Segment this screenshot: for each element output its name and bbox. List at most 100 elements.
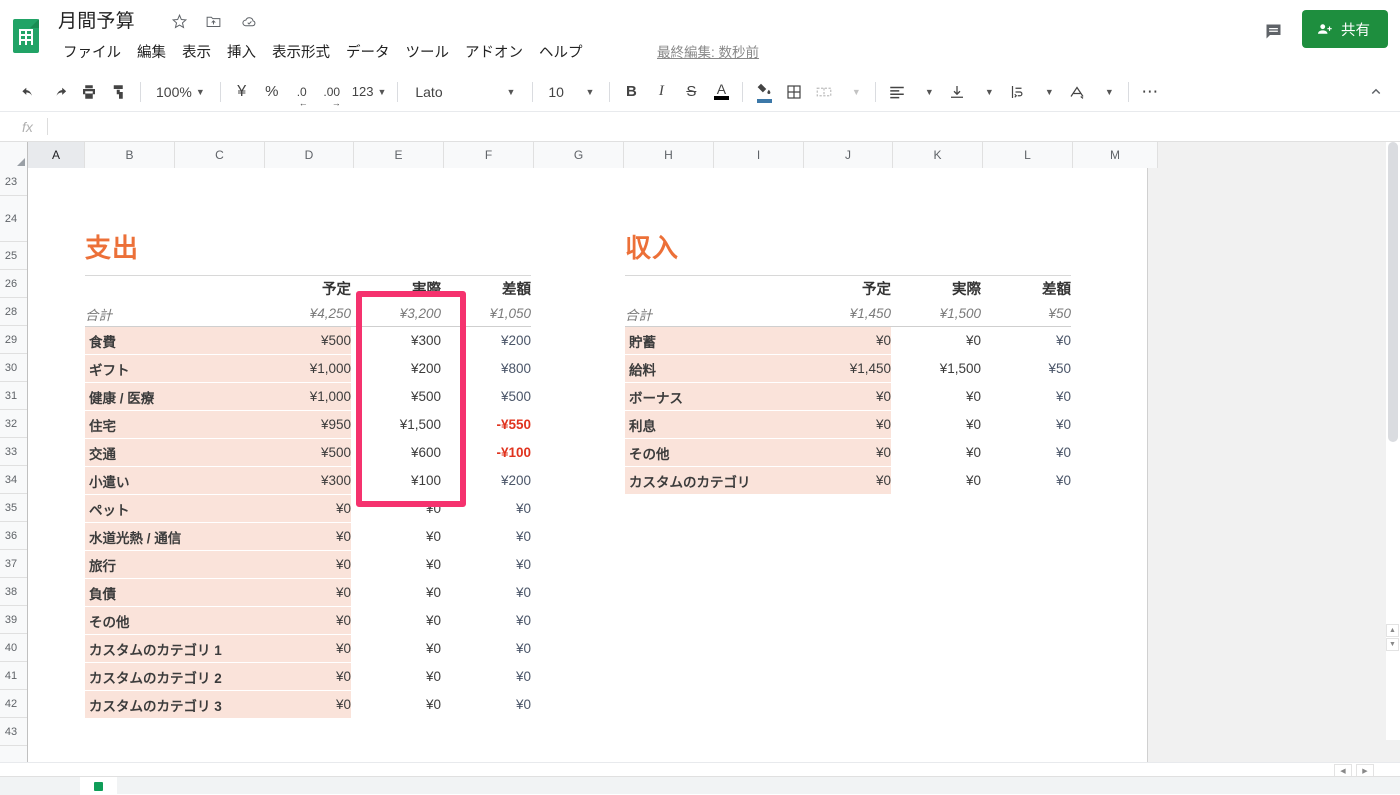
last-edit-status[interactable]: 最終編集: 数秒前 bbox=[657, 41, 759, 61]
undo-icon[interactable] bbox=[15, 78, 43, 106]
increase-decimal-icon[interactable]: .00→ bbox=[318, 78, 346, 106]
row-header[interactable]: 42 bbox=[0, 690, 27, 718]
italic-button[interactable]: I bbox=[647, 78, 675, 106]
income-total-planned[interactable]: ¥1,450 bbox=[801, 302, 891, 327]
row-header[interactable]: 34 bbox=[0, 466, 27, 494]
menu-view[interactable]: 表示 bbox=[174, 38, 219, 65]
name-box[interactable] bbox=[0, 112, 20, 141]
expenses-row-planned[interactable]: ¥0 bbox=[261, 551, 351, 579]
vertical-scrollbar-thumb[interactable] bbox=[1388, 142, 1398, 442]
row-header[interactable]: 31 bbox=[0, 382, 27, 410]
column-header-l[interactable]: L bbox=[983, 142, 1073, 168]
menu-insert[interactable]: 挿入 bbox=[219, 38, 264, 65]
expenses-row-planned[interactable]: ¥300 bbox=[261, 467, 351, 495]
row-header[interactable]: 41 bbox=[0, 662, 27, 690]
row-header[interactable]: 43 bbox=[0, 718, 27, 746]
income-row-planned[interactable]: ¥1,450 bbox=[801, 355, 891, 383]
expenses-row-difference[interactable]: ¥0 bbox=[441, 579, 531, 607]
column-header-i[interactable]: I bbox=[714, 142, 804, 168]
column-header-j[interactable]: J bbox=[804, 142, 893, 168]
expenses-row-difference[interactable]: ¥200 bbox=[441, 327, 531, 355]
column-header-m[interactable]: M bbox=[1073, 142, 1158, 168]
expenses-row-planned[interactable]: ¥1,000 bbox=[261, 355, 351, 383]
move-to-folder-icon[interactable] bbox=[202, 10, 224, 32]
expenses-row-difference[interactable]: ¥0 bbox=[441, 607, 531, 635]
expenses-row-planned[interactable]: ¥0 bbox=[261, 663, 351, 691]
expenses-row-actual[interactable]: ¥0 bbox=[351, 551, 441, 579]
menu-tools[interactable]: ツール bbox=[398, 38, 458, 65]
fill-color-icon[interactable] bbox=[750, 78, 778, 106]
expenses-row-difference[interactable]: ¥0 bbox=[441, 663, 531, 691]
row-header[interactable]: 28 bbox=[0, 298, 27, 326]
expenses-row-actual[interactable]: ¥300 bbox=[351, 327, 441, 355]
income-row-planned[interactable]: ¥0 bbox=[801, 467, 891, 495]
paint-format-icon[interactable] bbox=[105, 78, 133, 106]
expenses-row-planned[interactable]: ¥950 bbox=[261, 411, 351, 439]
text-wrapping-icon[interactable] bbox=[1003, 78, 1031, 106]
percent-icon[interactable]: % bbox=[258, 78, 286, 106]
income-row-planned[interactable]: ¥0 bbox=[801, 411, 891, 439]
row-header[interactable]: 29 bbox=[0, 326, 27, 354]
expenses-row-planned[interactable]: ¥0 bbox=[261, 579, 351, 607]
income-row-difference[interactable]: ¥0 bbox=[981, 439, 1071, 467]
income-row-difference[interactable]: ¥0 bbox=[981, 383, 1071, 411]
expenses-row-difference[interactable]: ¥0 bbox=[441, 635, 531, 663]
row-header[interactable]: 37 bbox=[0, 550, 27, 578]
expenses-row-actual[interactable]: ¥0 bbox=[351, 579, 441, 607]
cloud-saved-icon[interactable] bbox=[238, 10, 260, 32]
expenses-row-planned[interactable]: ¥0 bbox=[261, 495, 351, 523]
income-row-difference[interactable]: ¥0 bbox=[981, 411, 1071, 439]
expenses-row-actual[interactable]: ¥0 bbox=[351, 663, 441, 691]
column-header-g[interactable]: G bbox=[534, 142, 624, 168]
chevron-up-icon[interactable] bbox=[1362, 78, 1390, 106]
expenses-row-difference[interactable]: ¥0 bbox=[441, 523, 531, 551]
expenses-row-planned[interactable]: ¥0 bbox=[261, 691, 351, 719]
sheet-tab[interactable] bbox=[80, 777, 117, 795]
income-row-actual[interactable]: ¥0 bbox=[891, 327, 981, 355]
row-header[interactable]: 32 bbox=[0, 410, 27, 438]
row-header[interactable]: 26 bbox=[0, 270, 27, 298]
expenses-row-planned[interactable]: ¥0 bbox=[261, 523, 351, 551]
column-header-h[interactable]: H bbox=[624, 142, 714, 168]
row-header[interactable]: 39 bbox=[0, 606, 27, 634]
income-row-planned[interactable]: ¥0 bbox=[801, 439, 891, 467]
expenses-total-actual[interactable]: ¥3,200 bbox=[351, 302, 441, 327]
expenses-row-difference[interactable]: ¥200 bbox=[441, 467, 531, 495]
horizontal-align-icon[interactable] bbox=[883, 78, 911, 106]
expenses-row-planned[interactable]: ¥0 bbox=[261, 607, 351, 635]
income-row-difference[interactable]: ¥0 bbox=[981, 467, 1071, 495]
text-rotation-dropdown[interactable]: ▼ bbox=[1093, 78, 1121, 106]
row-header[interactable]: 24 bbox=[0, 196, 27, 242]
menu-edit[interactable]: 編集 bbox=[129, 38, 174, 65]
expenses-row-planned[interactable]: ¥0 bbox=[261, 635, 351, 663]
google-sheets-icon[interactable] bbox=[8, 14, 44, 58]
text-color-button[interactable]: A bbox=[707, 78, 735, 106]
borders-icon[interactable] bbox=[780, 78, 808, 106]
row-header[interactable]: 36 bbox=[0, 522, 27, 550]
horizontal-align-dropdown[interactable]: ▼ bbox=[913, 78, 941, 106]
expenses-total-difference[interactable]: ¥1,050 bbox=[441, 302, 531, 327]
expenses-row-planned[interactable]: ¥500 bbox=[261, 327, 351, 355]
expenses-row-difference[interactable]: ¥500 bbox=[441, 383, 531, 411]
expenses-row-difference[interactable]: ¥0 bbox=[441, 691, 531, 719]
income-row-actual[interactable]: ¥0 bbox=[891, 439, 981, 467]
income-total-actual[interactable]: ¥1,500 bbox=[891, 302, 981, 327]
font-size-selector[interactable]: 10 ▼ bbox=[540, 78, 602, 106]
column-header-c[interactable]: C bbox=[175, 142, 265, 168]
menu-help[interactable]: ヘルプ bbox=[531, 38, 591, 65]
expenses-row-difference[interactable]: -¥550 bbox=[441, 411, 531, 439]
expenses-row-difference[interactable]: ¥0 bbox=[441, 495, 531, 523]
redo-icon[interactable] bbox=[45, 78, 73, 106]
income-row-actual[interactable]: ¥0 bbox=[891, 383, 981, 411]
more-formats-button[interactable]: 123 ▼ bbox=[348, 78, 391, 106]
column-header-f[interactable]: F bbox=[444, 142, 534, 168]
expenses-row-actual[interactable]: ¥1,500 bbox=[351, 411, 441, 439]
expenses-row-actual[interactable]: ¥200 bbox=[351, 355, 441, 383]
merge-cells-dropdown[interactable]: ▼ bbox=[840, 78, 868, 106]
formula-input[interactable] bbox=[60, 112, 1400, 141]
star-icon[interactable] bbox=[168, 10, 190, 32]
expenses-row-actual[interactable]: ¥0 bbox=[351, 495, 441, 523]
column-header-e[interactable]: E bbox=[354, 142, 444, 168]
expenses-row-actual[interactable]: ¥0 bbox=[351, 523, 441, 551]
row-header[interactable]: 25 bbox=[0, 242, 27, 270]
